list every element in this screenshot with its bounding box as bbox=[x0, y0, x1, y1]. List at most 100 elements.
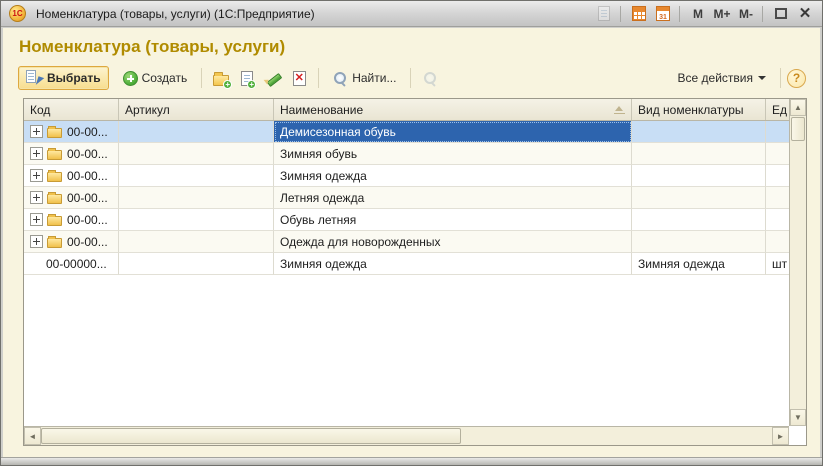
doc-x-icon: ✕ bbox=[292, 70, 306, 86]
cell-name[interactable]: Зимняя обувь bbox=[274, 143, 632, 165]
cell-code[interactable]: 00-00... bbox=[24, 143, 119, 165]
table-row[interactable]: 00-00000... Зимняя одежда Зимняя одежда шт bbox=[24, 253, 789, 275]
chevron-down-icon bbox=[758, 76, 766, 80]
cell-unit[interactable]: шт bbox=[766, 253, 789, 275]
folder-icon bbox=[47, 192, 62, 204]
select-button-label: Выбрать bbox=[47, 71, 101, 85]
cell-name[interactable]: Демисезонная обувь bbox=[274, 121, 632, 143]
expand-icon[interactable] bbox=[30, 125, 43, 138]
table-row[interactable]: 00-00... Демисезонная обувь bbox=[24, 121, 789, 143]
cell-type[interactable] bbox=[632, 231, 766, 253]
cell-code[interactable]: 00-00... bbox=[24, 209, 119, 231]
search-clear-icon bbox=[423, 71, 438, 86]
cell-name[interactable]: Летняя одежда bbox=[274, 187, 632, 209]
code-value: 00-00... bbox=[67, 212, 108, 227]
find-button-label: Найти... bbox=[352, 71, 397, 85]
table-grid: Код Артикул Наименование Вид номенклатур… bbox=[24, 99, 789, 426]
plus-circle-icon bbox=[122, 70, 138, 86]
cell-type[interactable] bbox=[632, 143, 766, 165]
copy-item-button[interactable]: + bbox=[234, 66, 260, 90]
create-group-button[interactable]: + bbox=[208, 66, 234, 90]
expand-icon[interactable] bbox=[30, 191, 43, 204]
cell-unit[interactable] bbox=[766, 121, 789, 143]
cell-unit[interactable] bbox=[766, 165, 789, 187]
cell-unit[interactable] bbox=[766, 231, 789, 253]
find-button[interactable]: Найти... bbox=[325, 66, 404, 90]
scroll-left-arrow[interactable]: ◄ bbox=[24, 427, 41, 445]
column-header-article[interactable]: Артикул bbox=[119, 99, 274, 120]
cell-code[interactable]: 00-00... bbox=[24, 187, 119, 209]
nomenclature-table: Код Артикул Наименование Вид номенклатур… bbox=[23, 98, 807, 446]
cell-code[interactable]: 00-00... bbox=[24, 121, 119, 143]
app-logo-icon: 1С bbox=[9, 5, 26, 22]
sort-ascending-icon bbox=[614, 105, 625, 114]
expand-icon[interactable] bbox=[30, 213, 43, 226]
code-value: 00-00... bbox=[67, 124, 108, 139]
cell-article[interactable] bbox=[119, 121, 274, 143]
table-header-row: Код Артикул Наименование Вид номенклатур… bbox=[24, 99, 789, 121]
select-button[interactable]: Выбрать bbox=[18, 66, 109, 90]
memory-plus-button[interactable]: М+ bbox=[711, 4, 733, 24]
delete-button[interactable]: ✕ bbox=[286, 66, 312, 90]
cell-name[interactable]: Одежда для новорожденных bbox=[274, 231, 632, 253]
cell-type[interactable] bbox=[632, 187, 766, 209]
table-row[interactable]: 00-00... Обувь летняя bbox=[24, 209, 789, 231]
table-row[interactable]: 00-00... Зимняя обувь bbox=[24, 143, 789, 165]
code-value: 00-00000... bbox=[46, 256, 107, 271]
memory-button[interactable]: М bbox=[687, 4, 709, 24]
cell-unit[interactable] bbox=[766, 143, 789, 165]
maximize-button[interactable] bbox=[770, 4, 792, 24]
cancel-search-button bbox=[417, 66, 443, 90]
cell-type[interactable] bbox=[632, 165, 766, 187]
cell-article[interactable] bbox=[119, 209, 274, 231]
folder-icon bbox=[47, 148, 62, 160]
all-actions-button[interactable]: Все действия bbox=[670, 66, 774, 90]
create-button-label: Создать bbox=[141, 71, 188, 85]
cell-code[interactable]: 00-00000... bbox=[24, 253, 119, 275]
cell-article[interactable] bbox=[119, 187, 274, 209]
table-row[interactable]: 00-00... Зимняя одежда bbox=[24, 165, 789, 187]
close-button[interactable]: ✕ bbox=[794, 4, 816, 24]
calculator-button[interactable] bbox=[628, 6, 650, 22]
horizontal-scroll-thumb[interactable] bbox=[41, 428, 461, 444]
vertical-scrollbar[interactable]: ▲ ▼ bbox=[789, 99, 806, 426]
horizontal-scrollbar[interactable]: ◄ ► bbox=[24, 426, 789, 445]
window-bottom-frame bbox=[1, 457, 822, 465]
scroll-right-arrow[interactable]: ► bbox=[772, 427, 789, 445]
code-value: 00-00... bbox=[67, 146, 108, 161]
cell-article[interactable] bbox=[119, 165, 274, 187]
column-header-code[interactable]: Код bbox=[24, 99, 119, 120]
help-button[interactable]: ? bbox=[787, 68, 806, 88]
column-header-unit[interactable]: Ед bbox=[766, 99, 789, 120]
cell-unit[interactable] bbox=[766, 187, 789, 209]
expand-icon[interactable] bbox=[30, 147, 43, 160]
memory-minus-button[interactable]: М- bbox=[735, 4, 757, 24]
calendar-button[interactable]: 31 bbox=[652, 6, 674, 22]
cell-name[interactable]: Обувь летняя bbox=[274, 209, 632, 231]
column-header-name[interactable]: Наименование bbox=[274, 99, 632, 120]
table-row[interactable]: 00-00... Летняя одежда bbox=[24, 187, 789, 209]
cell-type[interactable] bbox=[632, 209, 766, 231]
edit-button[interactable] bbox=[260, 66, 286, 90]
cell-article[interactable] bbox=[119, 253, 274, 275]
cell-article[interactable] bbox=[119, 143, 274, 165]
cell-code[interactable]: 00-00... bbox=[24, 231, 119, 253]
cell-type[interactable]: Зимняя одежда bbox=[632, 253, 766, 275]
code-value: 00-00... bbox=[67, 168, 108, 183]
cell-name[interactable]: Зимняя одежда bbox=[274, 253, 632, 275]
expand-icon[interactable] bbox=[30, 235, 43, 248]
cell-unit[interactable] bbox=[766, 209, 789, 231]
column-header-type[interactable]: Вид номенклатуры bbox=[632, 99, 766, 120]
vertical-scroll-thumb[interactable] bbox=[791, 117, 805, 141]
table-row[interactable]: 00-00... Одежда для новорожденных bbox=[24, 231, 789, 253]
expand-icon[interactable] bbox=[30, 169, 43, 182]
cell-article[interactable] bbox=[119, 231, 274, 253]
doc-plus-icon: + bbox=[241, 70, 257, 89]
cell-type[interactable] bbox=[632, 121, 766, 143]
scroll-up-arrow[interactable]: ▲ bbox=[790, 99, 806, 116]
window-title: Номенклатура (товары, услуги) (1С:Предпр… bbox=[36, 6, 315, 21]
create-button[interactable]: Создать bbox=[115, 66, 196, 90]
cell-code[interactable]: 00-00... bbox=[24, 165, 119, 187]
cell-name[interactable]: Зимняя одежда bbox=[274, 165, 632, 187]
scroll-down-arrow[interactable]: ▼ bbox=[790, 409, 806, 426]
